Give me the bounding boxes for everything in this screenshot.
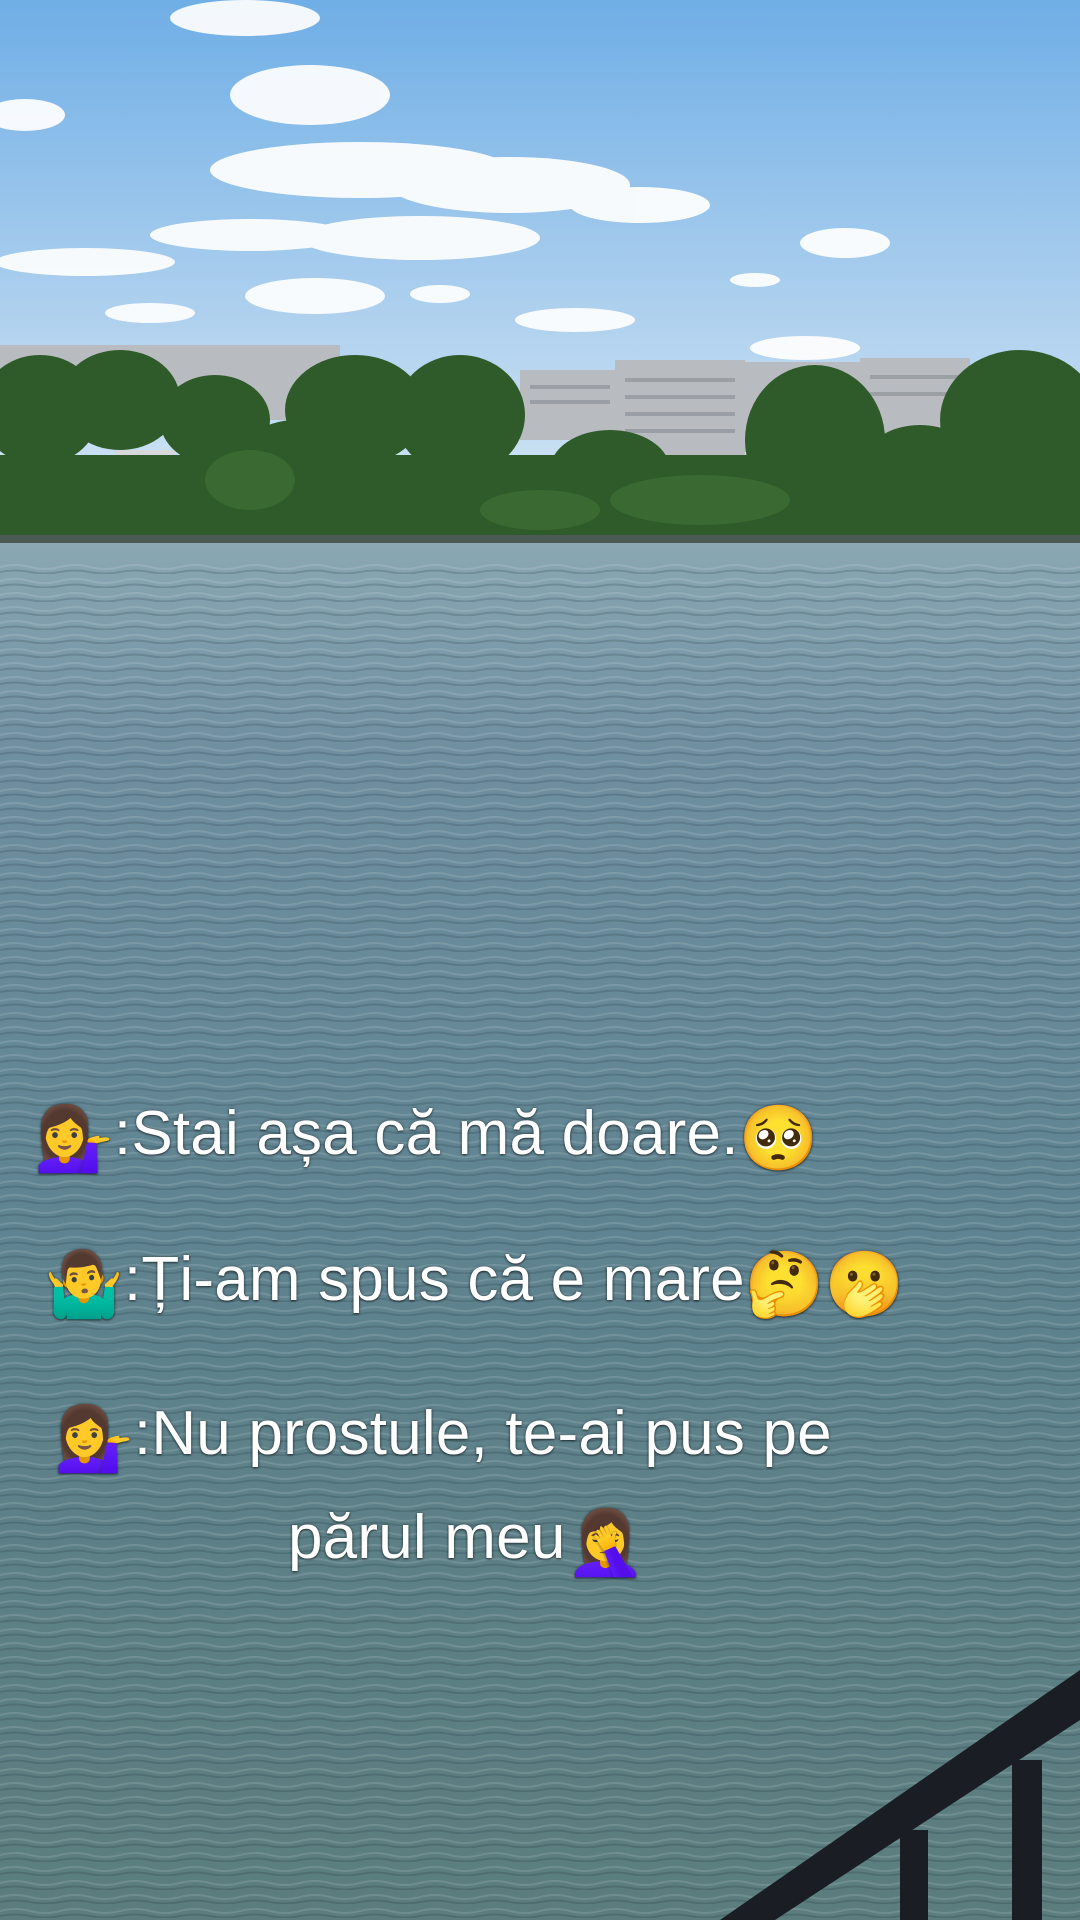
pleading-face-icon: 🥺 — [738, 1102, 819, 1176]
thinking-face-icon: 🤔🫢 — [744, 1248, 905, 1322]
caption-line-1: 💁‍♀️:Stai așa că mă doare.🥺 — [34, 1099, 819, 1176]
woman-tipping-hand-icon: 💁‍♀️ — [54, 1402, 134, 1476]
caption-text-4: părul meu — [288, 1503, 566, 1572]
caption-text-2: :Ți-am spus că e mare — [123, 1245, 745, 1314]
caption-overlay: 💁‍♀️:Stai așa că mă doare.🥺 🤷‍♂️:Ți-am s… — [0, 0, 1080, 1920]
woman-tipping-hand-icon: 💁‍♀️ — [34, 1102, 114, 1176]
video-frame: 💁‍♀️:Stai așa că mă doare.🥺 🤷‍♂️:Ți-am s… — [0, 0, 1080, 1920]
caption-line-4: părul meu🤦‍♀️ — [288, 1503, 646, 1580]
caption-line-3: 💁‍♀️:Nu prostule, te-ai pus pe — [54, 1399, 832, 1476]
caption-text-1: :Stai așa că mă doare. — [113, 1099, 739, 1168]
woman-facepalming-icon: 🤦‍♀️ — [565, 1506, 646, 1580]
caption-text-3: :Nu prostule, te-ai pus pe — [133, 1399, 832, 1468]
caption-line-2: 🤷‍♂️:Ți-am spus că e mare🤔🫢 — [44, 1245, 905, 1322]
man-shrugging-icon: 🤷‍♂️ — [44, 1248, 124, 1322]
